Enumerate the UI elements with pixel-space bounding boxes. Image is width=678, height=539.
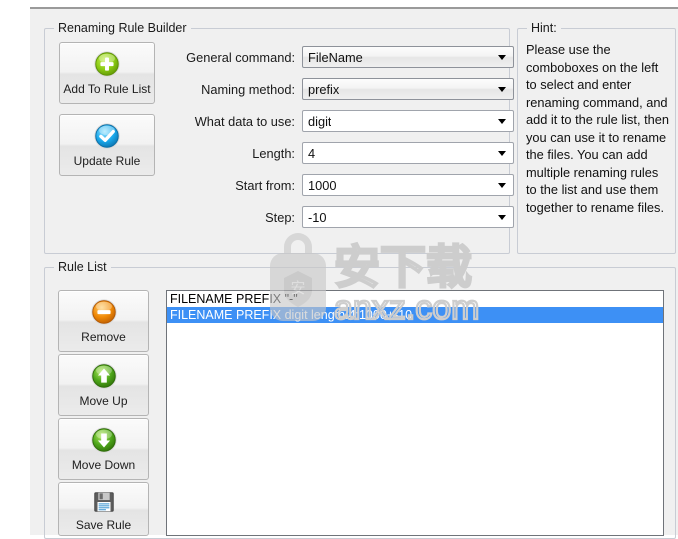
- dialog-surface: Renaming Rule Builder Add To Rule List U…: [30, 7, 678, 539]
- what-data-to-use-combobox[interactable]: digit: [302, 110, 514, 132]
- list-item[interactable]: FILENAME PREFIX digit length:4:1000+-10: [167, 307, 663, 323]
- remove-button[interactable]: Remove: [58, 290, 149, 352]
- naming-method-combobox[interactable]: prefix: [302, 78, 514, 100]
- chevron-down-icon: [498, 183, 506, 188]
- rule-list-group: Rule List Remove Move Up Move Down Save …: [44, 260, 676, 539]
- field-row-step: Step: -10: [152, 206, 514, 228]
- minus-circle-icon: [89, 297, 119, 327]
- save-rule-button[interactable]: Save Rule: [58, 482, 149, 536]
- update-rule-button[interactable]: Update Rule: [59, 114, 155, 176]
- chevron-down-icon: [498, 55, 506, 60]
- start-from-value: 1000: [308, 177, 337, 193]
- general-command-value: FileName: [308, 49, 363, 65]
- application-window: Renaming Rule Builder Add To Rule List U…: [0, 0, 678, 539]
- field-row-naming-method: Naming method: prefix: [152, 78, 514, 100]
- move-down-label: Move Down: [71, 458, 136, 472]
- hint-group-title: Hint:: [527, 21, 561, 35]
- field-row-start-from: Start from: 1000: [152, 174, 514, 196]
- hint-group: Hint: Please use the comboboxes on the l…: [517, 21, 676, 254]
- step-value: -10: [308, 209, 327, 225]
- start-from-combobox[interactable]: 1000: [302, 174, 514, 196]
- chevron-down-icon: [498, 87, 506, 92]
- general-command-combobox[interactable]: FileName: [302, 46, 514, 68]
- save-rule-label: Save Rule: [75, 518, 132, 532]
- field-row-length: Length: 4: [152, 142, 514, 164]
- chevron-down-icon: [498, 119, 506, 124]
- move-up-button[interactable]: Move Up: [58, 354, 149, 416]
- hint-text: Please use the comboboxes on the left to…: [526, 42, 669, 215]
- update-rule-label: Update Rule: [73, 154, 141, 168]
- chevron-down-icon: [498, 151, 506, 156]
- length-combobox[interactable]: 4: [302, 142, 514, 164]
- start-from-label: Start from:: [235, 177, 295, 193]
- floppy-disk-icon: [91, 489, 117, 515]
- naming-method-value: prefix: [308, 81, 340, 97]
- check-circle-icon: [92, 121, 122, 151]
- remove-label: Remove: [81, 330, 126, 344]
- step-label: Step:: [265, 209, 295, 225]
- naming-method-label: Naming method:: [201, 81, 295, 97]
- move-up-label: Move Up: [79, 394, 128, 408]
- length-value: 4: [308, 145, 316, 161]
- step-combobox[interactable]: -10: [302, 206, 514, 228]
- arrow-up-circle-icon: [89, 361, 119, 391]
- move-down-button[interactable]: Move Down: [58, 418, 149, 480]
- builder-group-title: Renaming Rule Builder: [54, 21, 191, 35]
- rule-list-listbox[interactable]: FILENAME PREFIX "-" FILENAME PREFIX digi…: [166, 290, 664, 536]
- list-item[interactable]: FILENAME PREFIX "-": [167, 291, 663, 307]
- length-label: Length:: [252, 145, 295, 161]
- add-to-rule-list-button[interactable]: Add To Rule List: [59, 42, 155, 104]
- plus-circle-icon: [92, 49, 122, 79]
- arrow-down-circle-icon: [89, 425, 119, 455]
- what-data-to-use-value: digit: [308, 113, 332, 129]
- general-command-label: General command:: [186, 49, 295, 65]
- add-to-rule-list-label: Add To Rule List: [63, 82, 151, 96]
- rule-list-group-title: Rule List: [54, 260, 111, 274]
- field-row-what-data-to-use: What data to use: digit: [152, 110, 514, 132]
- what-data-to-use-label: What data to use:: [194, 113, 295, 129]
- renaming-rule-builder-group: Renaming Rule Builder Add To Rule List U…: [44, 21, 514, 254]
- chevron-down-icon: [498, 215, 506, 220]
- field-row-general-command: General command: FileName: [152, 46, 514, 68]
